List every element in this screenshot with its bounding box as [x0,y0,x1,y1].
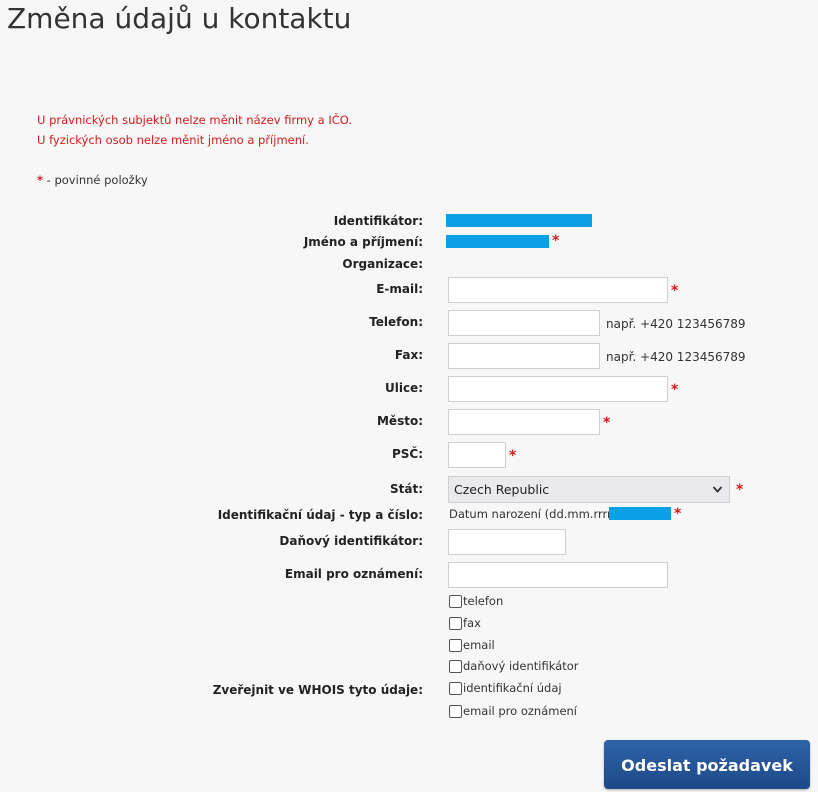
label-stat: Stát: [389,482,423,496]
ulice-input[interactable] [448,376,668,402]
required-jmeno: * [552,233,560,249]
checkbox-box[interactable] [449,638,462,652]
whois-email-checkbox[interactable]: email [449,638,495,652]
label-psc: PSČ: [391,447,423,461]
email-input[interactable] [448,277,668,303]
fax-hint: např. +420 123456789 [606,350,746,364]
checkbox-box[interactable] [449,659,462,673]
redacted-jmeno [446,235,549,248]
label-email-oznameni: Email pro oznámení: [284,567,423,581]
label-jmeno: Jméno a příjmení: [303,235,423,249]
whois-email-oznameni-checkbox[interactable]: email pro oznámení [449,704,577,718]
ident-udaj-type: Datum narození (dd.mm.rrrr): [449,507,621,521]
whois-telefon-checkbox[interactable]: telefon [449,594,503,608]
required-ident-udaj: * [674,506,682,522]
whois-telefon-label: telefon [463,594,504,608]
whois-ident-udaj-checkbox[interactable]: identifikační údaj [449,681,562,695]
redacted-identifikator [446,214,592,227]
country-select[interactable]: Czech Republic [448,476,730,503]
required-email: * [671,283,679,299]
label-whois: Zveřejnit ve WHOIS tyto údaje: [212,683,423,697]
required-note: * - povinné položky [37,173,148,187]
warning-company: U právnických subjektů nelze měnit název… [37,113,353,127]
fax-input[interactable] [448,343,600,369]
label-organizace: Organizace: [342,257,423,271]
country-selected-value: Czech Republic [454,482,550,497]
required-psc: * [509,448,517,464]
submit-button[interactable]: Odeslat požadavek [604,740,810,789]
label-identifikator: Identifikátor: [333,214,423,228]
label-telefon: Telefon: [369,315,423,329]
whois-danovy-checkbox[interactable]: daňový identifikátor [449,659,579,673]
psc-input[interactable] [448,442,506,468]
checkbox-box[interactable] [449,616,462,630]
whois-email-oznameni-label: email pro oznámení [463,704,578,718]
warning-person: U fyzických osob nelze měnit jméno a pří… [37,133,309,147]
label-danovy: Daňový identifikátor: [279,534,423,548]
telefon-hint: např. +420 123456789 [606,317,746,331]
telefon-input[interactable] [448,310,600,336]
required-note-text: - povinné položky [43,173,148,187]
label-mesto: Město: [376,414,423,428]
whois-ident-udaj-label: identifikační údaj [463,681,562,695]
danovy-input[interactable] [448,529,566,555]
required-ulice: * [671,382,679,398]
label-ident-udaj: Identifikační údaj - typ a číslo: [217,508,423,522]
label-fax: Fax: [394,348,423,362]
email-oznameni-input[interactable] [448,562,668,588]
page-title: Změna údajů u kontaktu [7,2,352,35]
whois-danovy-label: daňový identifikátor [463,659,579,673]
label-ulice: Ulice: [384,381,423,395]
checkbox-box[interactable] [449,704,462,718]
label-email: E-mail: [376,282,423,296]
checkbox-box[interactable] [449,681,462,695]
whois-email-label: email [463,638,495,652]
whois-fax-label: fax [463,616,481,630]
redacted-ident-udaj [609,507,671,520]
checkbox-box[interactable] [449,594,462,608]
mesto-input[interactable] [448,409,600,435]
whois-fax-checkbox[interactable]: fax [449,616,481,630]
required-stat: * [736,482,744,498]
chevron-down-icon [712,477,723,511]
required-mesto: * [603,415,611,431]
